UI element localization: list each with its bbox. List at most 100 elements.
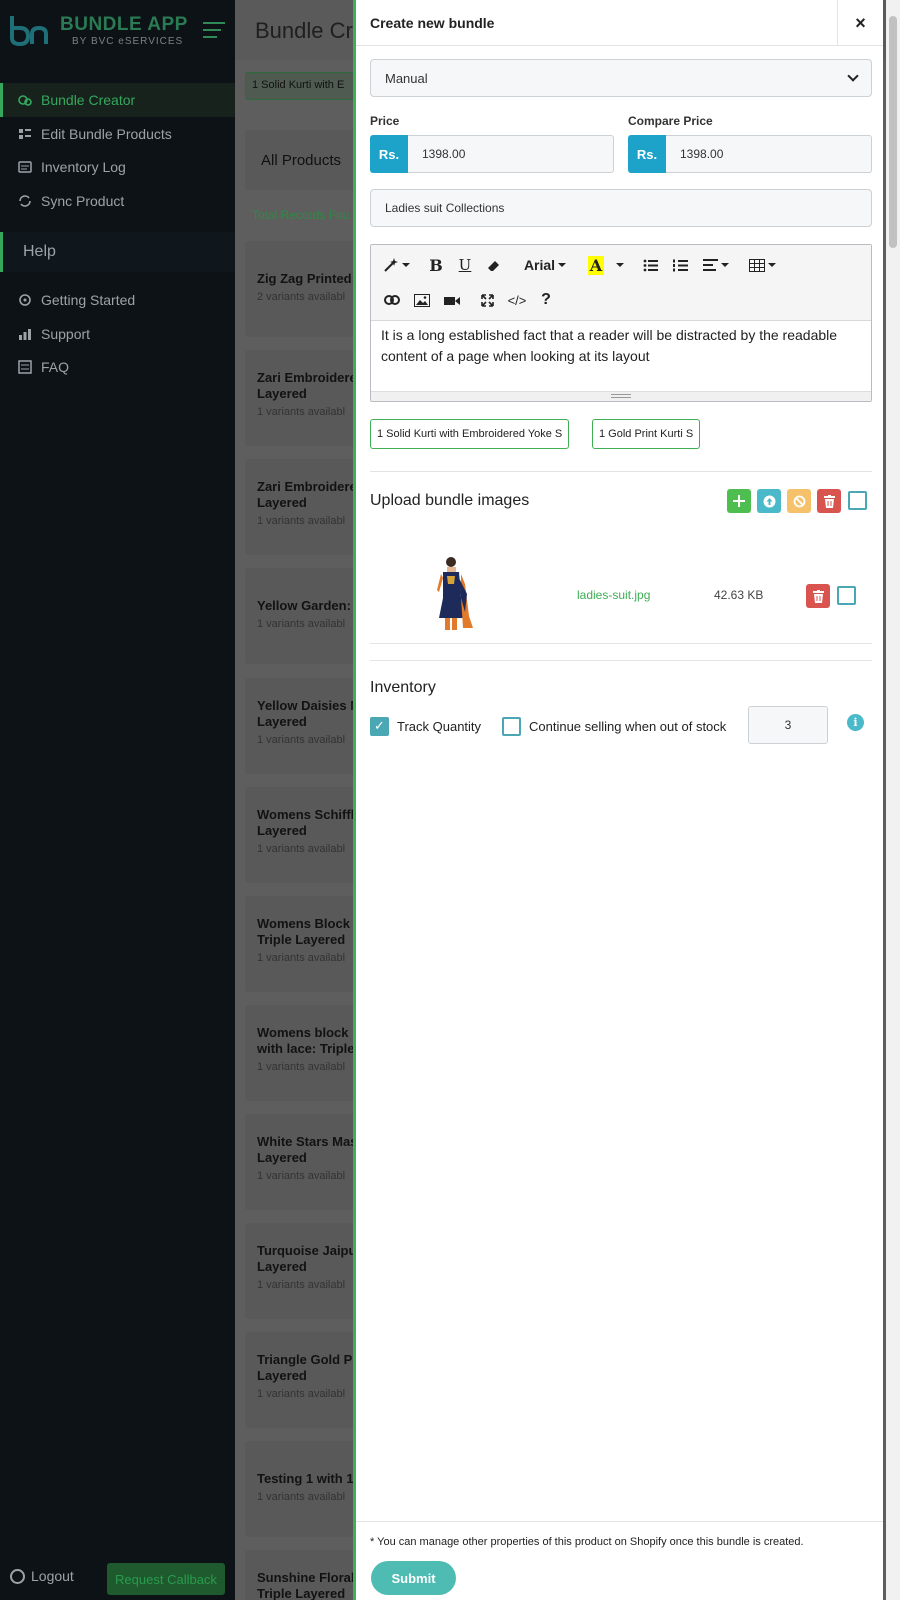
sidebar-item-sync-product[interactable]: Sync Product xyxy=(0,184,235,218)
bullet-list-icon[interactable] xyxy=(639,252,661,278)
divider xyxy=(370,643,872,644)
logo-icon xyxy=(10,16,48,47)
app-logo[interactable]: BUNDLE APP BY BVC eSERVICES xyxy=(8,10,228,50)
hamburger-menu-icon[interactable] xyxy=(203,22,225,38)
track-quantity-checkbox[interactable]: ✓ Track Quantity xyxy=(370,708,481,744)
sidebar-item-support[interactable]: Support xyxy=(0,317,235,351)
upload-image-button[interactable] xyxy=(757,489,781,513)
image-icon[interactable] xyxy=(411,287,433,313)
create-bundle-drawer: Create new bundle × Manual Price Compare… xyxy=(353,0,883,1600)
price-input[interactable]: 1398.00 xyxy=(408,135,614,173)
upload-icon xyxy=(763,495,775,507)
sidebar-item-label: FAQ xyxy=(41,359,70,375)
sync-icon xyxy=(18,194,32,208)
logout-label: Logout xyxy=(31,1568,74,1584)
link-icon[interactable] xyxy=(381,287,403,313)
footer-note: * You can manage other properties of thi… xyxy=(370,1536,804,1548)
font-family-dropdown[interactable]: Arial xyxy=(521,252,569,278)
font-family-value: Arial xyxy=(523,257,556,273)
close-button[interactable]: × xyxy=(837,0,883,46)
sidebar-item-getting-started[interactable]: Getting Started xyxy=(0,283,235,317)
magic-style-icon[interactable] xyxy=(381,252,411,278)
info-icon[interactable]: i xyxy=(847,714,864,731)
cancel-upload-button[interactable] xyxy=(787,489,811,513)
scrollbar-thumb[interactable] xyxy=(889,16,897,248)
sidebar-item-label: Bundle Creator xyxy=(41,92,136,108)
select-all-checkbox[interactable] xyxy=(848,491,867,510)
bold-icon[interactable]: B xyxy=(426,252,446,278)
bundle-icon xyxy=(18,93,32,107)
editor-content[interactable]: It is a long established fact that a rea… xyxy=(381,325,861,367)
tab-all-products[interactable]: All Products xyxy=(261,152,341,169)
image-file-size: 42.63 KB xyxy=(714,588,764,602)
selected-product-chip[interactable]: 1 Solid Kurti with Embroidered Yoke S xyxy=(370,419,570,449)
currency-addon: Rs. xyxy=(628,135,666,173)
select-image-checkbox[interactable] xyxy=(837,586,856,605)
product-thumbnail xyxy=(437,557,473,630)
trash-icon xyxy=(823,494,835,508)
editor-toolbar: B U Arial A </> ? xyxy=(371,245,871,321)
bundle-title-input[interactable]: Ladies suit Collections xyxy=(370,189,872,227)
sidebar-item-faq[interactable]: FAQ xyxy=(0,350,235,384)
image-file-name[interactable]: ladies-suit.jpg xyxy=(577,588,650,602)
track-quantity-label: Track Quantity xyxy=(397,718,482,734)
sidebar: BUNDLE APP BY BVC eSERVICES Bundle Creat… xyxy=(0,0,235,1600)
sidebar-item-label: Inventory Log xyxy=(41,159,126,175)
inventory-section-title: Inventory xyxy=(370,679,436,696)
faq-icon xyxy=(18,360,32,374)
compare-price-label: Compare Price xyxy=(628,114,713,128)
help-heading: Help xyxy=(0,232,235,272)
plus-icon xyxy=(733,495,745,507)
editor-resize-handle[interactable] xyxy=(371,391,871,401)
bundle-type-select[interactable]: Manual xyxy=(370,59,872,97)
logout-button[interactable]: Logout xyxy=(10,1568,74,1584)
check-icon: ✓ xyxy=(370,716,389,736)
add-image-button[interactable] xyxy=(727,489,751,513)
request-callback-button[interactable]: Request Callback xyxy=(107,1563,225,1595)
getting-started-icon xyxy=(18,293,32,307)
currency-addon: Rs. xyxy=(370,135,408,173)
continue-selling-label: Continue selling when out of stock xyxy=(529,718,727,734)
eraser-icon[interactable] xyxy=(483,252,503,278)
table-icon[interactable] xyxy=(746,252,778,278)
continue-selling-checkbox[interactable]: Continue selling when out of stock xyxy=(502,708,726,744)
video-icon[interactable] xyxy=(441,287,463,313)
underline-icon[interactable]: U xyxy=(455,252,475,278)
divider xyxy=(370,471,872,472)
help-icon[interactable]: ? xyxy=(536,287,556,313)
inventory-log-icon xyxy=(18,160,32,174)
compare-price-field[interactable]: Rs. 1398.00 xyxy=(628,135,872,173)
sidebar-item-edit-bundle-products[interactable]: Edit Bundle Products xyxy=(0,117,235,151)
fullscreen-icon[interactable] xyxy=(476,287,498,313)
color-caret-icon[interactable] xyxy=(611,252,625,278)
bundle-type-value: Manual xyxy=(385,70,428,86)
align-dropdown-icon[interactable] xyxy=(701,252,731,278)
sidebar-item-label: Getting Started xyxy=(41,292,136,308)
delete-all-button[interactable] xyxy=(817,489,841,513)
sidebar-item-inventory-log[interactable]: Inventory Log xyxy=(0,150,235,184)
edit-products-icon xyxy=(18,127,32,141)
compare-price-input[interactable]: 1398.00 xyxy=(666,135,872,173)
price-label: Price xyxy=(370,114,400,128)
logo-subtitle: BY BVC eSERVICES xyxy=(72,36,184,47)
price-field[interactable]: Rs. 1398.00 xyxy=(370,135,614,173)
gear-icon xyxy=(10,1568,25,1584)
description-editor: B U Arial A </> ? It is a long establish… xyxy=(370,244,872,402)
page-scrollbar[interactable] xyxy=(886,0,900,1600)
sidebar-item-bundle-creator[interactable]: Bundle Creator xyxy=(0,83,235,117)
numbered-list-icon[interactable] xyxy=(669,252,691,278)
quantity-input[interactable]: 3 xyxy=(748,706,828,744)
delete-image-button[interactable] xyxy=(806,584,830,608)
sidebar-item-label: Edit Bundle Products xyxy=(41,126,172,142)
text-color-icon[interactable]: A xyxy=(585,252,607,278)
sidebar-item-label: Sync Product xyxy=(41,193,125,209)
upload-section-title: Upload bundle images xyxy=(370,492,530,509)
ban-icon xyxy=(793,495,805,507)
page-title: Bundle Cr xyxy=(255,18,353,43)
chevron-down-icon xyxy=(847,70,859,82)
checkbox-box xyxy=(502,716,521,736)
divider xyxy=(370,660,872,661)
code-view-icon[interactable]: </> xyxy=(505,287,529,313)
submit-button[interactable]: Submit xyxy=(371,1561,456,1595)
selected-product-chip[interactable]: 1 Gold Print Kurti S xyxy=(592,419,701,449)
